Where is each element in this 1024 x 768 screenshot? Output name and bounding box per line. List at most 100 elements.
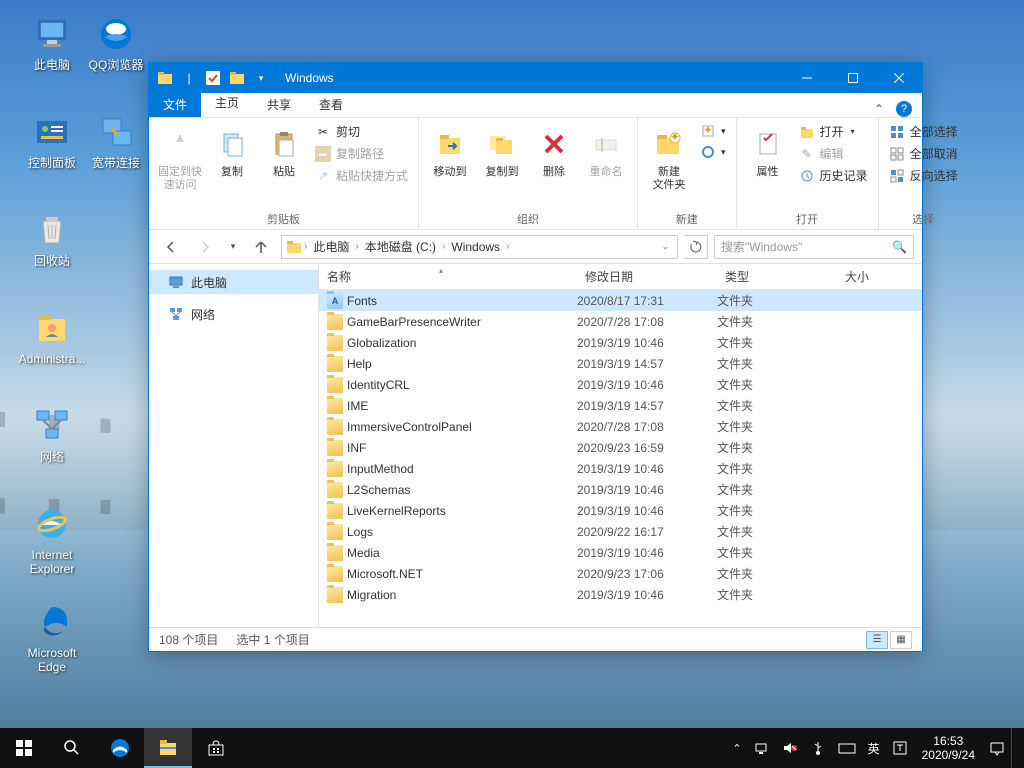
tray-volume-icon[interactable]	[776, 728, 804, 768]
table-row[interactable]: Microsoft.NET2020/9/23 17:06文件夹	[319, 563, 922, 584]
properties-button[interactable]: 属性	[743, 120, 793, 183]
desktop-broadband[interactable]: 宽带连接	[82, 112, 150, 170]
invert-selection-button[interactable]: 反向选择	[885, 166, 962, 185]
desktop-this-pc[interactable]: 此电脑	[18, 14, 86, 72]
qat-folder-icon[interactable]	[155, 68, 175, 88]
copy-button[interactable]: 复制	[207, 120, 257, 183]
desktop[interactable]: 此电脑QQ浏览器控制面板宽带连接回收站Administra...网络Intern…	[0, 0, 1024, 768]
table-row[interactable]: Logs2020/9/22 16:17文件夹	[319, 521, 922, 542]
qat-dropdown-icon[interactable]: ▾	[251, 68, 271, 88]
table-row[interactable]: LiveKernelReports2019/3/19 10:46文件夹	[319, 500, 922, 521]
view-details-button[interactable]: ☰	[866, 631, 888, 649]
table-row[interactable]: IME2019/3/19 14:57文件夹	[319, 395, 922, 416]
move-to-button[interactable]: 移动到	[425, 120, 475, 183]
close-button[interactable]	[876, 63, 922, 93]
tray-language[interactable]: 英	[862, 728, 886, 768]
start-button[interactable]	[0, 728, 48, 768]
paste-button[interactable]: 粘贴	[259, 120, 309, 183]
file-list[interactable]: Fonts2020/8/17 17:31文件夹GameBarPresenceWr…	[319, 290, 922, 627]
tray-overflow[interactable]: ⌃	[726, 728, 747, 768]
bc-this-pc[interactable]: 此电脑	[309, 238, 353, 255]
scissors-icon: ✂	[315, 124, 331, 140]
col-size[interactable]: 大小	[837, 268, 907, 285]
folder-icon	[327, 356, 343, 372]
file-type: 文件夹	[717, 418, 837, 435]
file-type: 文件夹	[717, 355, 837, 372]
folder-icon	[327, 461, 343, 477]
desktop-edge-label: Microsoft Edge	[18, 646, 86, 674]
tray-keyboard-icon[interactable]	[832, 728, 862, 768]
desktop-recycle-bin[interactable]: 回收站	[18, 210, 86, 268]
folder-icon	[327, 335, 343, 351]
desktop-network[interactable]: 网络	[18, 406, 86, 464]
help-icon[interactable]: ?	[896, 101, 912, 117]
table-row[interactable]: IdentityCRL2019/3/19 10:46文件夹	[319, 374, 922, 395]
folder-icon	[327, 314, 343, 330]
select-none-button[interactable]: 全部取消	[885, 144, 962, 163]
col-modified[interactable]: 修改日期	[577, 268, 717, 285]
tab-home[interactable]: 主页	[201, 90, 253, 117]
tray-ime-icon[interactable]	[886, 728, 914, 768]
tab-share[interactable]: 共享	[253, 92, 305, 117]
search-button[interactable]	[48, 728, 96, 768]
desktop-ie[interactable]: Internet Explorer	[18, 504, 86, 576]
desktop-qq-browser[interactable]: QQ浏览器	[82, 14, 150, 72]
qat-check-icon[interactable]	[203, 68, 223, 88]
col-name[interactable]: 名称	[319, 268, 577, 285]
view-icons-button[interactable]: ▦	[890, 631, 912, 649]
taskbar-store[interactable]	[192, 728, 240, 768]
taskbar[interactable]: ⌃ 英 16:532020/9/24	[0, 728, 1024, 768]
delete-button[interactable]: 删除	[529, 120, 579, 183]
titlebar[interactable]: | ▾ Windows	[149, 63, 922, 93]
tray-notifications-icon[interactable]	[983, 728, 1011, 768]
tray-usb-icon[interactable]	[804, 728, 832, 768]
table-row[interactable]: Globalization2019/3/19 10:46文件夹	[319, 332, 922, 353]
table-row[interactable]: L2Schemas2019/3/19 10:46文件夹	[319, 479, 922, 500]
new-item-button[interactable]: ✦▾	[696, 122, 730, 140]
minimize-button[interactable]	[784, 63, 830, 93]
history-button[interactable]: 历史记录	[795, 166, 872, 185]
cut-button[interactable]: ✂剪切	[311, 122, 412, 141]
table-row[interactable]: GameBarPresenceWriter2020/7/28 17:08文件夹	[319, 311, 922, 332]
table-row[interactable]: Help2019/3/19 14:57文件夹	[319, 353, 922, 374]
back-button[interactable]	[157, 233, 185, 261]
taskbar-edge[interactable]	[96, 728, 144, 768]
show-desktop-button[interactable]	[1011, 728, 1024, 768]
tray-network-icon[interactable]	[748, 728, 776, 768]
bc-drive-c[interactable]: 本地磁盘 (C:)	[361, 238, 440, 255]
easy-access-button[interactable]: ▾	[696, 143, 730, 161]
desktop-control-panel[interactable]: 控制面板	[18, 112, 86, 170]
recent-locations-button[interactable]: ▾	[225, 233, 241, 261]
file-name: GameBarPresenceWriter	[347, 315, 481, 329]
table-row[interactable]: ImmersiveControlPanel2020/7/28 17:08文件夹	[319, 416, 922, 437]
new-folder-button[interactable]: ✦新建 文件夹	[644, 120, 694, 196]
breadcrumb[interactable]: › 此电脑› 本地磁盘 (C:)› Windows› ⌄	[281, 235, 678, 259]
table-row[interactable]: InputMethod2019/3/19 10:46文件夹	[319, 458, 922, 479]
search-input[interactable]	[721, 240, 892, 254]
tab-file[interactable]: 文件	[149, 92, 201, 117]
tray-clock[interactable]: 16:532020/9/24	[914, 728, 983, 768]
search-icon[interactable]: 🔍	[892, 240, 907, 254]
taskbar-explorer[interactable]	[144, 728, 192, 768]
table-row[interactable]: Fonts2020/8/17 17:31文件夹	[319, 290, 922, 311]
nav-this-pc[interactable]: 此电脑	[149, 270, 318, 294]
table-row[interactable]: INF2020/9/23 16:59文件夹	[319, 437, 922, 458]
col-type[interactable]: 类型	[717, 268, 837, 285]
collapse-ribbon-icon[interactable]: ⌃	[874, 102, 884, 116]
select-all-button[interactable]: 全部选择	[885, 122, 962, 141]
bc-dropdown-icon[interactable]: ⌄	[661, 241, 673, 252]
desktop-admin[interactable]: Administra...	[18, 308, 86, 366]
bc-windows[interactable]: Windows	[447, 240, 504, 254]
maximize-button[interactable]	[830, 63, 876, 93]
open-button[interactable]: 打开▾	[795, 122, 872, 141]
tab-view[interactable]: 查看	[305, 92, 357, 117]
nav-network[interactable]: 网络	[149, 302, 318, 326]
qat-folder2-icon[interactable]	[227, 68, 247, 88]
refresh-button[interactable]	[684, 235, 708, 259]
table-row[interactable]: Migration2019/3/19 10:46文件夹	[319, 584, 922, 605]
table-row[interactable]: Media2019/3/19 10:46文件夹	[319, 542, 922, 563]
desktop-edge[interactable]: Microsoft Edge	[18, 602, 86, 674]
up-button[interactable]	[247, 233, 275, 261]
search-box[interactable]: 🔍	[714, 235, 914, 259]
copy-to-button[interactable]: 复制到	[477, 120, 527, 183]
